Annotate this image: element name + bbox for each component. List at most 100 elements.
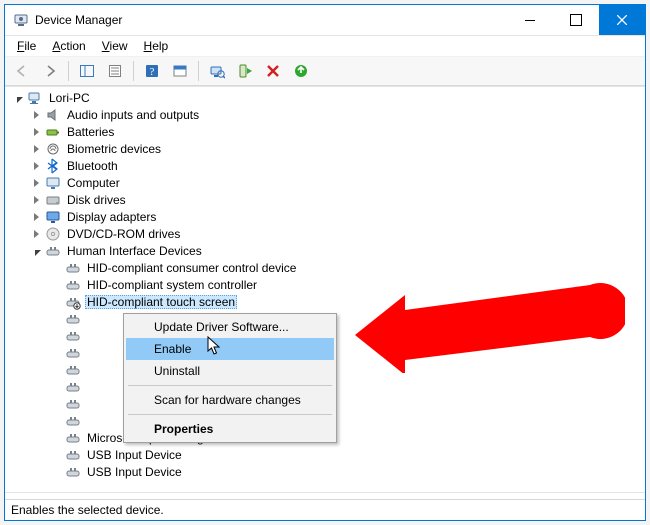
expander-icon[interactable] bbox=[29, 227, 43, 241]
tree-item-label: HID-compliant consumer control device bbox=[85, 261, 298, 275]
status-text: Enables the selected device. bbox=[11, 503, 164, 517]
tree-item-label: Lori-PC bbox=[47, 91, 92, 105]
category-hid[interactable]: Human Interface Devices bbox=[7, 242, 645, 259]
tree-item-label: Display adapters bbox=[65, 210, 158, 224]
expander-icon[interactable] bbox=[29, 193, 43, 207]
category-disk-drives[interactable]: Disk drives bbox=[7, 191, 645, 208]
tree-item-label: Audio inputs and outputs bbox=[65, 108, 201, 122]
pc-icon bbox=[27, 90, 43, 106]
status-gap bbox=[5, 492, 645, 499]
toolbar-separator bbox=[68, 61, 69, 81]
toolbar: ? bbox=[5, 57, 645, 86]
device-hid-system-controller[interactable]: HID-compliant system controller bbox=[7, 276, 645, 293]
hid-icon bbox=[65, 362, 81, 378]
hid-icon bbox=[65, 396, 81, 412]
context-menu-separator bbox=[128, 385, 332, 386]
scan-hardware-button[interactable] bbox=[204, 59, 230, 83]
device-hid-touch-screen[interactable]: HID-compliant touch screen bbox=[7, 293, 645, 310]
hid-icon bbox=[65, 345, 81, 361]
expander-icon[interactable] bbox=[29, 108, 43, 122]
hid-icon bbox=[65, 379, 81, 395]
hid-icon bbox=[65, 277, 81, 293]
display-adapter-icon bbox=[45, 209, 61, 225]
ctx-uninstall[interactable]: Uninstall bbox=[126, 360, 334, 382]
expander-icon[interactable] bbox=[29, 125, 43, 139]
bluetooth-icon bbox=[45, 158, 61, 174]
device-usb-input-2[interactable]: USB Input Device bbox=[7, 463, 645, 480]
ctx-update-driver[interactable]: Update Driver Software... bbox=[126, 316, 334, 338]
category-display[interactable]: Display adapters bbox=[7, 208, 645, 225]
tree-item-label: Bluetooth bbox=[65, 159, 120, 173]
update-driver-button[interactable] bbox=[288, 59, 314, 83]
expander-icon[interactable] bbox=[29, 142, 43, 156]
expander-icon[interactable] bbox=[29, 159, 43, 173]
hid-icon bbox=[65, 413, 81, 429]
app-icon bbox=[13, 12, 29, 28]
hid-icon bbox=[65, 464, 81, 480]
tree-item-label: Human Interface Devices bbox=[65, 244, 204, 258]
hid-icon bbox=[65, 311, 81, 327]
battery-icon bbox=[45, 124, 61, 140]
forward-button[interactable] bbox=[37, 59, 63, 83]
expander-icon[interactable] bbox=[11, 91, 25, 105]
menubar[interactable]: File Action View Help bbox=[5, 36, 645, 57]
tree-item-label: HID-compliant system controller bbox=[85, 278, 259, 292]
titlebar[interactable]: Device Manager bbox=[5, 5, 645, 36]
context-menu[interactable]: Update Driver Software...EnableUninstall… bbox=[123, 313, 337, 443]
expander-icon[interactable] bbox=[29, 210, 43, 224]
menu-action[interactable]: Action bbox=[44, 37, 93, 55]
ctx-enable[interactable]: Enable bbox=[126, 338, 334, 360]
hid-icon bbox=[65, 260, 81, 276]
toolbar-separator bbox=[198, 61, 199, 81]
tree-item-label: HID-compliant touch screen bbox=[85, 295, 237, 309]
fingerprint-icon bbox=[45, 141, 61, 157]
hard-drive-icon bbox=[45, 192, 61, 208]
hid-icon bbox=[65, 447, 81, 463]
status-bar: Enables the selected device. bbox=[5, 499, 645, 520]
toolbar-separator bbox=[133, 61, 134, 81]
device-hid-consumer[interactable]: HID-compliant consumer control device bbox=[7, 259, 645, 276]
hid-icon bbox=[65, 430, 81, 446]
maximize-button[interactable] bbox=[553, 5, 599, 35]
device-manager-window: Device Manager File Action View Help ? L… bbox=[4, 4, 646, 521]
tree-item-label: Biometric devices bbox=[65, 142, 163, 156]
context-menu-separator bbox=[128, 414, 332, 415]
category-batteries[interactable]: Batteries bbox=[7, 123, 645, 140]
svg-text:?: ? bbox=[150, 66, 155, 78]
show-hide-console-tree-button[interactable] bbox=[74, 59, 100, 83]
enable-button[interactable] bbox=[232, 59, 258, 83]
tree-item-label: Batteries bbox=[65, 125, 116, 139]
root-computer[interactable]: Lori-PC bbox=[7, 89, 645, 106]
category-computer[interactable]: Computer bbox=[7, 174, 645, 191]
hid-disabled-icon bbox=[65, 294, 81, 310]
category-bluetooth[interactable]: Bluetooth bbox=[7, 157, 645, 174]
expander-icon[interactable] bbox=[29, 176, 43, 190]
help-button[interactable]: ? bbox=[139, 59, 165, 83]
hid-icon bbox=[65, 328, 81, 344]
tree-item-label: Disk drives bbox=[65, 193, 128, 207]
minimize-button[interactable] bbox=[507, 5, 553, 35]
expander-icon[interactable] bbox=[29, 244, 43, 258]
ctx-properties[interactable]: Properties bbox=[126, 418, 334, 440]
hid-icon bbox=[45, 243, 61, 259]
menu-file[interactable]: File bbox=[9, 37, 44, 55]
ctx-scan-hardware[interactable]: Scan for hardware changes bbox=[126, 389, 334, 411]
menu-help[interactable]: Help bbox=[136, 37, 177, 55]
speaker-icon bbox=[45, 107, 61, 123]
tree-item-label: DVD/CD-ROM drives bbox=[65, 227, 182, 241]
category-dvd[interactable]: DVD/CD-ROM drives bbox=[7, 225, 645, 242]
properties2-button[interactable] bbox=[167, 59, 193, 83]
optical-drive-icon bbox=[45, 226, 61, 242]
menu-view[interactable]: View bbox=[94, 37, 136, 55]
monitor-icon bbox=[45, 175, 61, 191]
tree-item-label: USB Input Device bbox=[85, 448, 184, 462]
device-usb-input-1[interactable]: USB Input Device bbox=[7, 446, 645, 463]
category-audio[interactable]: Audio inputs and outputs bbox=[7, 106, 645, 123]
uninstall-button[interactable] bbox=[260, 59, 286, 83]
tree-item-label: Computer bbox=[65, 176, 122, 190]
back-button[interactable] bbox=[9, 59, 35, 83]
window-title: Device Manager bbox=[35, 13, 122, 27]
properties-button[interactable] bbox=[102, 59, 128, 83]
category-biometric[interactable]: Biometric devices bbox=[7, 140, 645, 157]
close-button[interactable] bbox=[599, 5, 645, 35]
